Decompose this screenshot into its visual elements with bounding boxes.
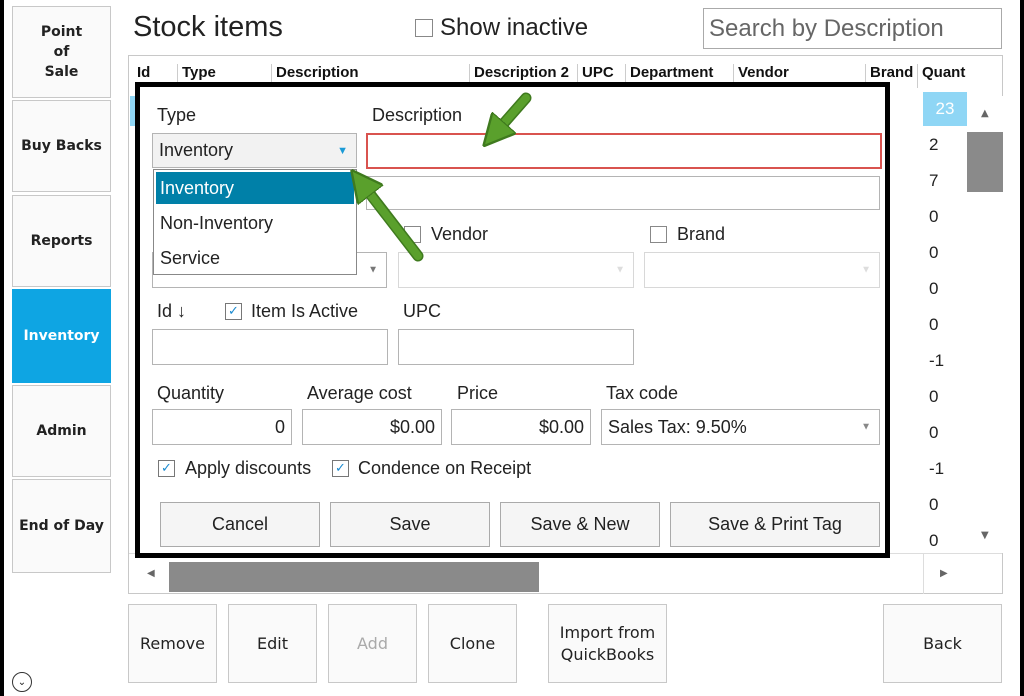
vertical-scroll-thumb[interactable] <box>967 132 1003 192</box>
chevron-down-icon[interactable]: ▼ <box>337 145 348 157</box>
show-inactive-label: Show inactive <box>440 14 589 41</box>
nav-buy-backs[interactable]: Buy Backs <box>12 100 111 192</box>
clone-button[interactable]: Clone <box>428 604 517 683</box>
quantity-cell[interactable]: 0 <box>923 308 967 342</box>
horizontal-scrollbar[interactable]: ◀ ▶ <box>129 553 1002 594</box>
import-quickbooks-label: Import from QuickBooks <box>559 622 656 664</box>
quantity-label: Quantity <box>157 383 225 403</box>
app-window: Point of Sale Buy Backs Reports Inventor… <box>4 0 1020 696</box>
chevron-down-icon[interactable]: ▼ <box>368 265 378 276</box>
apply-discounts-label: Apply discounts <box>185 458 312 478</box>
upc-label: UPC <box>403 301 442 321</box>
nav-admin[interactable]: Admin <box>12 385 111 477</box>
import-quickbooks-button[interactable]: Import from QuickBooks <box>548 604 667 683</box>
description-input[interactable] <box>366 133 882 169</box>
horizontal-scroll-thumb[interactable] <box>169 562 539 592</box>
save-button[interactable]: Save <box>330 502 490 547</box>
quantity-cell[interactable]: -1 <box>923 452 967 486</box>
scroll-corner: ▶ <box>923 554 967 594</box>
brand-checkbox[interactable] <box>650 226 667 243</box>
upc-input[interactable] <box>398 329 634 365</box>
quantity-cell[interactable]: 0 <box>923 272 967 306</box>
price-label: Price <box>457 383 499 403</box>
chevron-down-icon[interactable]: ▼ <box>861 265 871 276</box>
quantity-cell[interactable]: 0 <box>923 200 967 234</box>
id-label[interactable]: Id ↓ <box>157 301 186 322</box>
type-select[interactable]: Inventory ▼ <box>152 133 357 168</box>
type-option-inventory[interactable]: Inventory <box>156 172 354 204</box>
condence-on-receipt-label: Condence on Receipt <box>358 458 532 478</box>
type-option-service[interactable]: Service <box>156 242 354 274</box>
quantity-cell[interactable]: 0 <box>923 416 967 450</box>
average-cost-input[interactable]: $0.00 <box>302 409 442 445</box>
cancel-button[interactable]: Cancel <box>160 502 320 547</box>
check-icon: ✓ <box>228 304 239 319</box>
vertical-scrollbar[interactable]: ▲ ▼ <box>967 96 1003 553</box>
nav-label: Point of Sale <box>40 24 83 80</box>
vendor-select[interactable]: ▼ <box>398 252 634 288</box>
id-input[interactable] <box>152 329 388 365</box>
nav-label: End of Day <box>19 518 104 534</box>
brand-select[interactable]: ▼ <box>644 252 880 288</box>
tax-code-value: Sales Tax: 9.50% <box>608 416 747 437</box>
new-item-dialog: Type Description Inventory ▼ Vendor Bran… <box>135 82 890 558</box>
edit-button[interactable]: Edit <box>228 604 317 683</box>
column-header-quantity[interactable]: Quant <box>917 64 967 88</box>
remove-button[interactable]: Remove <box>128 604 217 683</box>
show-inactive-checkbox[interactable] <box>415 19 433 37</box>
type-dropdown-list: Inventory Non-Inventory Service <box>153 169 357 275</box>
add-button[interactable]: Add <box>328 604 417 683</box>
tax-code-select[interactable]: Sales Tax: 9.50% ▼ <box>601 409 880 445</box>
tax-code-label: Tax code <box>606 383 679 403</box>
type-option-non-inventory[interactable]: Non-Inventory <box>156 207 354 239</box>
save-and-new-button[interactable]: Save & New <box>500 502 660 547</box>
search-input[interactable] <box>703 8 1002 49</box>
nav-label: Admin <box>36 423 87 439</box>
brand-label: Brand <box>677 224 726 244</box>
nav-label: Buy Backs <box>21 138 102 154</box>
scroll-up-icon[interactable]: ▲ <box>981 108 989 119</box>
chevron-down-icon[interactable]: ▼ <box>861 422 871 433</box>
quantity-cell[interactable]: 0 <box>923 236 967 270</box>
price-input[interactable]: $0.00 <box>451 409 591 445</box>
save-and-print-tag-button[interactable]: Save & Print Tag <box>670 502 880 547</box>
back-button[interactable]: Back <box>883 604 1002 683</box>
quantity-cell[interactable]: 7 <box>923 164 967 198</box>
page-title: Stock items <box>133 11 283 43</box>
quantity-cell[interactable]: 0 <box>923 488 967 522</box>
item-active-label: Item Is Active <box>251 301 359 321</box>
quantity-cell[interactable]: 23 <box>923 92 967 126</box>
chevron-down-icon[interactable]: ⌄ <box>12 672 32 692</box>
average-cost-label: Average cost <box>307 383 412 403</box>
scroll-left-icon[interactable]: ◀ <box>147 568 155 579</box>
nav-point-of-sale[interactable]: Point of Sale <box>12 6 111 98</box>
nav-reports[interactable]: Reports <box>12 195 111 287</box>
condence-on-receipt-checkbox[interactable]: ✓ <box>332 460 349 477</box>
quantity-cell[interactable]: 0 <box>923 380 967 414</box>
vendor-label: Vendor <box>431 224 489 244</box>
nav-end-of-day[interactable]: End of Day <box>12 479 111 573</box>
item-active-checkbox[interactable]: ✓ <box>225 303 242 320</box>
quantity-cell[interactable]: -1 <box>923 344 967 378</box>
check-icon: ✓ <box>335 461 346 476</box>
description-2-input[interactable] <box>366 176 880 210</box>
type-label: Type <box>157 105 197 125</box>
check-icon: ✓ <box>161 461 172 476</box>
quantity-cell[interactable]: 2 <box>923 128 967 162</box>
nav-label: Reports <box>30 233 93 249</box>
chevron-down-icon[interactable]: ▼ <box>615 265 625 276</box>
scroll-right-icon[interactable]: ▶ <box>940 568 948 579</box>
quantity-input[interactable]: 0 <box>152 409 292 445</box>
nav-inventory[interactable]: Inventory <box>12 289 111 383</box>
nav-label: Inventory <box>23 328 100 344</box>
vendor-checkbox[interactable] <box>404 226 421 243</box>
type-select-value: Inventory <box>159 140 234 160</box>
description-label: Description <box>372 105 463 125</box>
scroll-down-icon[interactable]: ▼ <box>981 530 989 541</box>
apply-discounts-checkbox[interactable]: ✓ <box>158 460 175 477</box>
